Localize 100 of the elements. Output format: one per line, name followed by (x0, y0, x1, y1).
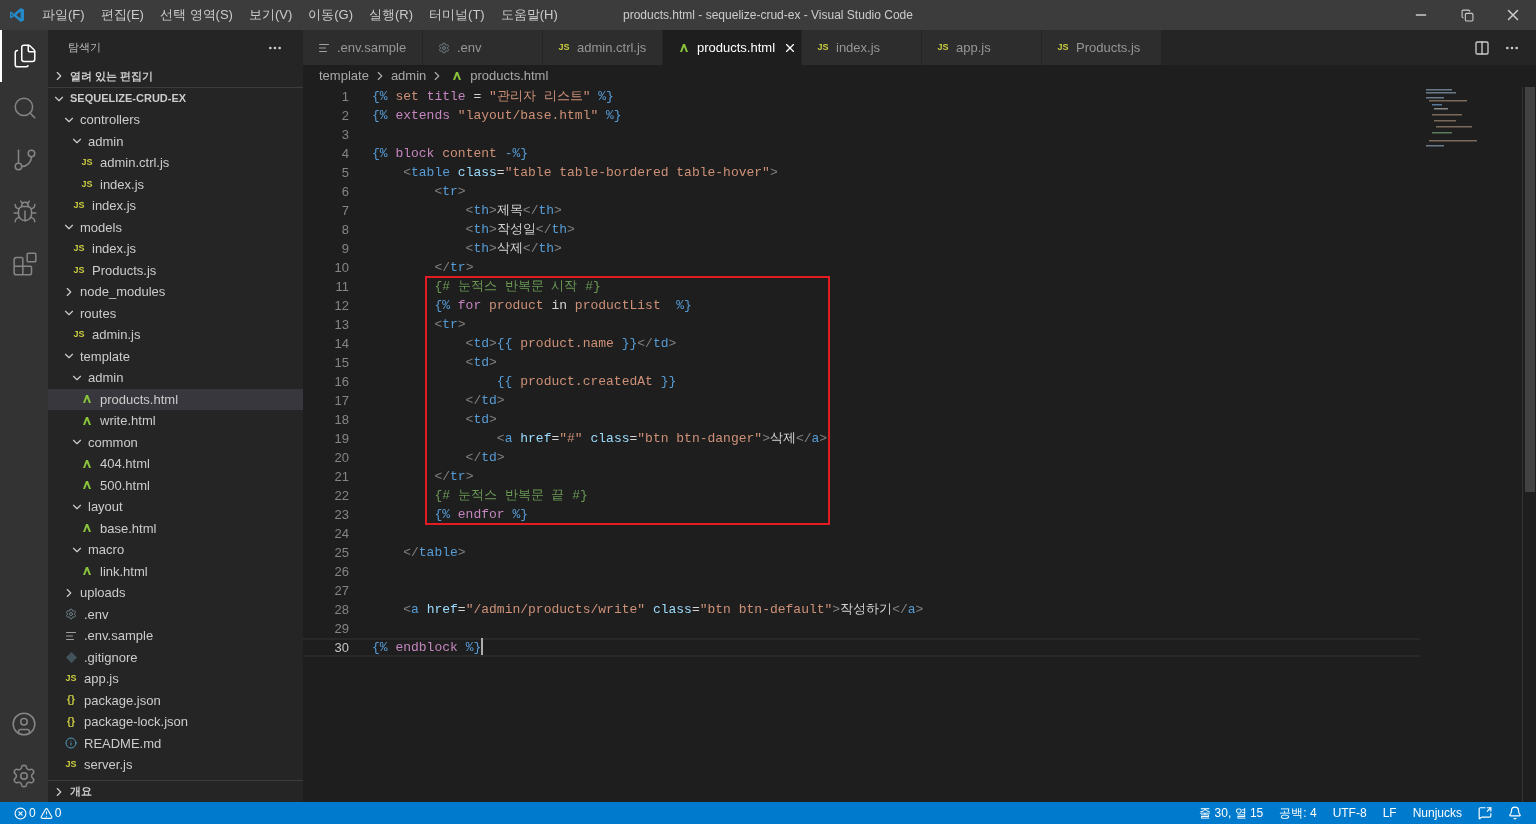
line-number: 4 (340, 144, 349, 163)
folder-item[interactable]: routes (48, 302, 303, 324)
menu-item[interactable]: 편집(E) (92, 5, 152, 25)
code-line: {# 눈적스 반복문 끝 #} (433, 486, 588, 505)
line-number: 15 (333, 353, 349, 372)
info-file-icon (65, 737, 77, 750)
file-item[interactable]: JS server.js (48, 754, 303, 776)
line-number: 22 (333, 486, 349, 505)
code-line: </table> (402, 543, 466, 562)
restore-icon[interactable] (1460, 8, 1474, 22)
breadcrumb-item[interactable]: products.html (470, 66, 549, 86)
code-line: {% extends "layout/base.html" %} (372, 106, 622, 125)
file-item[interactable]: write.html (48, 410, 303, 432)
js-file-icon: JS (558, 43, 570, 52)
menu-item[interactable]: 이동(G) (300, 5, 362, 25)
folder-item[interactable]: macro (48, 539, 303, 561)
editor-tab[interactable]: JS Products.js (1042, 30, 1162, 65)
editor-tab[interactable]: products.html (663, 30, 802, 65)
file-item[interactable]: JS app.js (48, 668, 303, 690)
editor-tab[interactable]: JS index.js (802, 30, 922, 65)
window-title: products.html - sequelize-crud-ex - Visual Studio Code (623, 7, 913, 24)
line-number: 8 (340, 220, 349, 239)
json-file-icon: {} (67, 695, 75, 706)
breadcrumb-item[interactable]: admin (390, 66, 427, 86)
status-item[interactable]: LF (1382, 804, 1397, 822)
line-number: 17 (333, 391, 349, 410)
section-header[interactable]: 열려 있는 편집기 (48, 65, 303, 87)
menu-item[interactable]: 선택 영역(S) (151, 5, 241, 25)
editor-tab[interactable]: .env.sample (303, 30, 423, 65)
folder-item[interactable]: controllers (48, 109, 303, 131)
file-item[interactable]: JS Products.js (48, 259, 303, 281)
js-file-icon: JS (73, 265, 85, 275)
code-line: {{ product.createdAt }} (495, 372, 677, 391)
code-line: <a href="#" class="btn btn-danger">삭제</a> (495, 429, 828, 448)
file-item[interactable]: 404.html (48, 453, 303, 475)
file-item[interactable]: JS index.js (48, 195, 303, 217)
editor-tab[interactable]: .env (423, 30, 543, 65)
file-item[interactable]: JS index.js (48, 238, 303, 260)
warning-icon (39, 806, 53, 820)
folder-item[interactable]: admin (48, 367, 303, 389)
folder-item[interactable]: template (48, 345, 303, 367)
split-editor-icon[interactable] (1474, 39, 1490, 56)
folder-item[interactable]: models (48, 216, 303, 238)
menu-item[interactable]: 실행(R) (361, 5, 422, 25)
file-item[interactable]: JS admin.ctrl.js (48, 152, 303, 174)
menu-item[interactable]: 파일(F) (34, 5, 93, 25)
line-number: 14 (333, 334, 349, 353)
nunjucks-file-icon (82, 566, 92, 577)
code-line: {% endfor %} (433, 505, 529, 524)
file-item[interactable]: .env (48, 603, 303, 625)
warning-count[interactable]: 0 (54, 804, 62, 822)
folder-item[interactable]: node_modules (48, 281, 303, 303)
feedback-icon[interactable] (1478, 806, 1492, 820)
code-line: <table class="table table-bordered table-hover"> (402, 163, 778, 182)
file-item[interactable]: JS admin.js (48, 324, 303, 346)
code-line: <tr> (433, 315, 466, 334)
file-item[interactable]: README.md (48, 732, 303, 754)
file-item[interactable]: .env.sample (48, 625, 303, 647)
json-file-icon: {} (67, 716, 75, 727)
error-count[interactable]: 0 (29, 804, 36, 822)
status-item[interactable]: Nunjucks (1412, 804, 1462, 822)
line-number: 6 (340, 182, 349, 201)
folder-item[interactable]: layout (48, 496, 303, 518)
file-item[interactable]: .gitignore (48, 646, 303, 668)
js-file-icon: JS (1057, 43, 1069, 52)
app-logo-icon (9, 7, 25, 23)
scrollbar-thumb[interactable] (1525, 87, 1535, 492)
file-item[interactable]: products.html (48, 388, 303, 410)
file-item[interactable]: base.html (48, 517, 303, 539)
nunjucks-file-icon (679, 42, 689, 53)
code-line: <th>삭제</th> (464, 239, 562, 258)
file-item[interactable]: JS index.js (48, 173, 303, 195)
file-item[interactable]: link.html (48, 560, 303, 582)
status-item[interactable]: UTF-8 (1332, 804, 1367, 822)
editor-tab[interactable]: JS admin.ctrl.js (543, 30, 663, 65)
section-header[interactable]: SEQUELIZE-CRUD-EX (48, 87, 303, 109)
file-item[interactable]: {} package.json (48, 689, 303, 711)
line-number: 30 (333, 638, 349, 657)
menu-item[interactable]: 도움말(H) (492, 5, 566, 25)
bell-icon[interactable] (1508, 806, 1522, 820)
line-number: 7 (340, 201, 349, 220)
code-line: <th>제목</th> (464, 201, 562, 220)
line-number: 1 (340, 87, 349, 106)
status-item[interactable]: 공백: 4 (1279, 804, 1317, 822)
line-number: 27 (333, 581, 349, 600)
menu-item[interactable]: 보기(V) (240, 5, 301, 25)
folder-item[interactable]: common (48, 431, 303, 453)
line-number: 29 (333, 619, 349, 638)
editor-tab[interactable]: JS app.js (922, 30, 1042, 65)
status-item[interactable]: 줄 30, 열 15 (1199, 804, 1264, 822)
menu-item[interactable]: 터미널(T) (421, 5, 493, 25)
file-item[interactable]: 500.html (48, 474, 303, 496)
folder-item[interactable]: uploads (48, 582, 303, 604)
line-number: 5 (340, 163, 349, 182)
breadcrumb-item[interactable]: template (319, 66, 369, 86)
js-file-icon: JS (65, 674, 77, 684)
file-item[interactable]: {} package-lock.json (48, 711, 303, 733)
line-number: 21 (333, 467, 349, 486)
nunjucks-file-icon (82, 394, 92, 405)
folder-item[interactable]: admin (48, 130, 303, 152)
